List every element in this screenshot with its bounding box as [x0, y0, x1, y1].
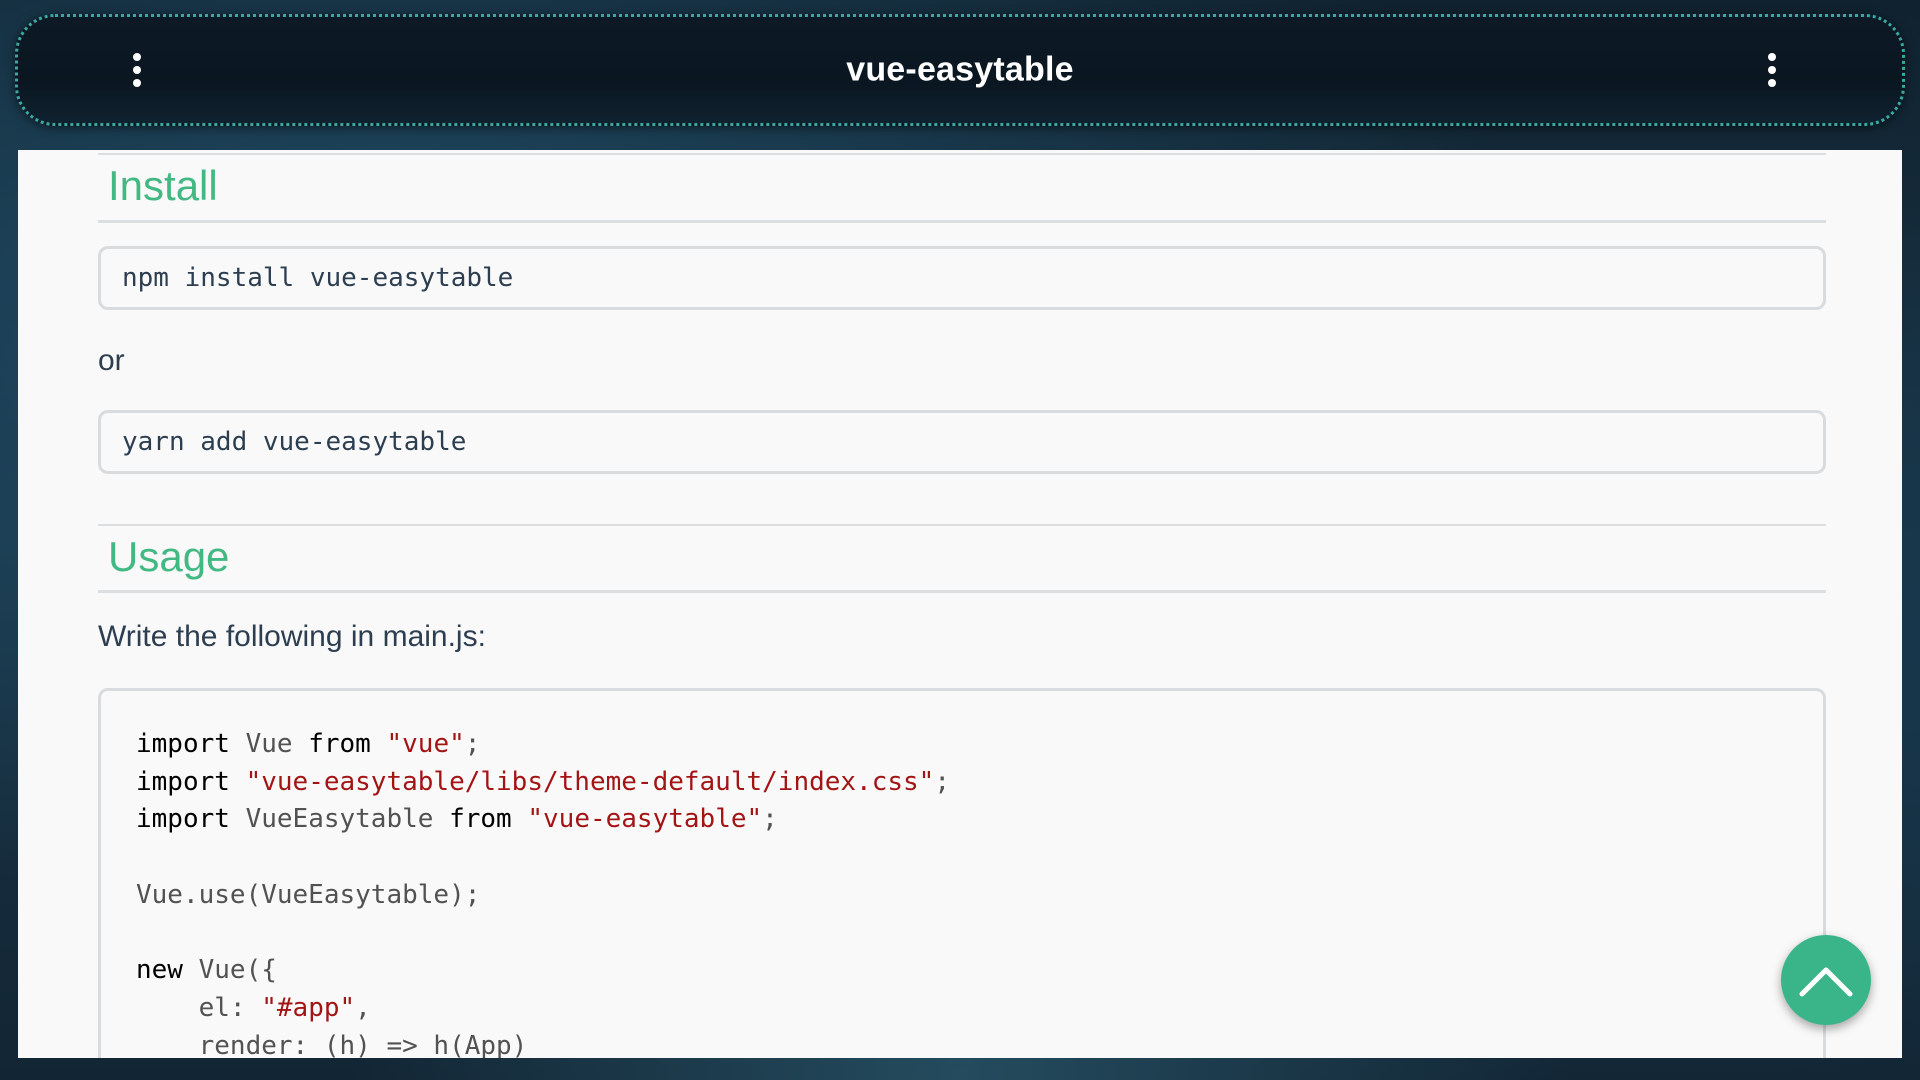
code-line: el: "#app",: [136, 993, 371, 1023]
code-line: import VueEasytable from "vue-easytable"…: [136, 804, 778, 834]
section-divider: [98, 590, 1826, 593]
code-token: from: [449, 804, 512, 835]
code-token: el:: [136, 992, 262, 1023]
code-token: import: [136, 729, 230, 759]
code-token: VueEasytable: [229, 804, 450, 835]
usage-intro: Write the following in main.js:: [98, 620, 486, 653]
or-text: or: [98, 344, 125, 377]
code-token: ,: [355, 992, 371, 1023]
code-token: Vue.use(VueEasytable);: [136, 879, 481, 910]
code-token: "#app": [261, 992, 356, 1023]
code-token: "vue": [386, 729, 465, 759]
code-token: Vue: [229, 729, 309, 759]
code-line: import "vue-easytable/libs/theme-default…: [136, 767, 950, 797]
yarn-command-block[interactable]: yarn add vue-easytable: [98, 410, 1826, 474]
code-token: render: (h) => h(App): [136, 1030, 528, 1058]
code-token: ;: [762, 804, 778, 835]
code-token: ;: [464, 729, 481, 759]
code-line: new Vue({: [136, 955, 277, 985]
code-token: from: [308, 729, 371, 759]
code-token: ;: [934, 766, 950, 797]
section-divider: [98, 153, 1826, 155]
code-token: new: [136, 955, 183, 986]
code-line: render: (h) => h(App): [136, 1030, 528, 1058]
code-token: "vue-easytable/libs/theme-default/index.…: [245, 766, 935, 797]
scroll-to-top-button[interactable]: [1781, 935, 1871, 1025]
top-app-bar: vue-easytable: [15, 14, 1905, 126]
more-vertical-icon[interactable]: [1752, 40, 1792, 100]
npm-command: npm install vue-easytable: [122, 263, 514, 293]
npm-command-block[interactable]: npm install vue-easytable: [98, 246, 1826, 310]
install-heading: Install: [108, 162, 218, 209]
code-block[interactable]: import Vue from "vue"; import "vue-easyta…: [98, 688, 1826, 1058]
app-title: vue-easytable: [846, 50, 1074, 89]
code-line: Vue.use(VueEasytable);: [136, 880, 480, 910]
yarn-command: yarn add vue-easytable: [122, 427, 467, 457]
code-token: Vue({: [182, 955, 277, 986]
chevron-up-icon: [1799, 967, 1853, 997]
section-divider: [98, 524, 1826, 526]
code-token: import: [136, 804, 230, 835]
document-content[interactable]: Install npm install vue-easytable or yar…: [18, 150, 1902, 1058]
code-token: "vue-easytable": [527, 804, 763, 835]
usage-heading: Usage: [108, 533, 230, 580]
section-divider: [98, 220, 1826, 223]
code-line: import Vue from "vue";: [136, 729, 480, 759]
code-token: import: [136, 766, 230, 797]
